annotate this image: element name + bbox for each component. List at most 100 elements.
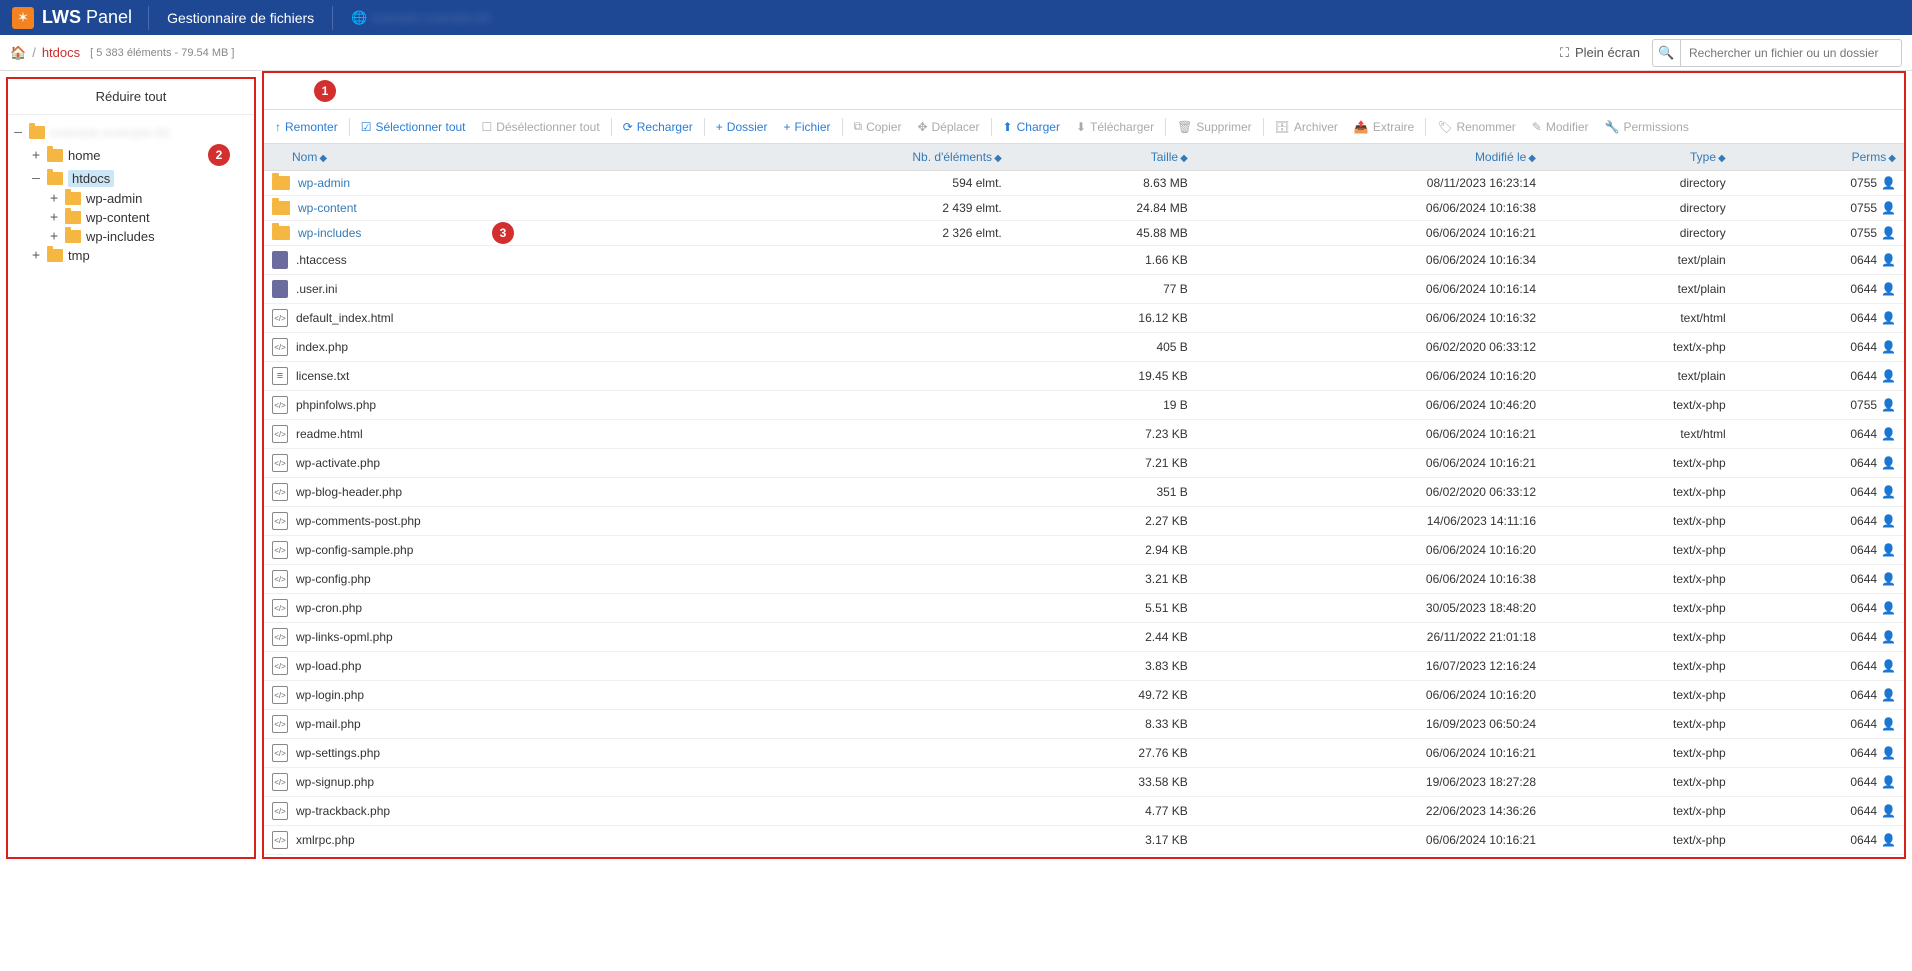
tree-root[interactable]: — example.example.tld <box>12 123 250 142</box>
collapse-all-button[interactable]: Réduire tout <box>8 79 254 115</box>
table-row[interactable]: phpinfolws.php19 B06/06/2024 10:46:20tex… <box>264 391 1904 420</box>
table-row[interactable]: wp-admin594 elmt.8.63 MB08/11/2023 16:23… <box>264 171 1904 196</box>
table-row[interactable]: wp-comments-post.php2.27 KB14/06/2023 14… <box>264 507 1904 536</box>
cell-size: 2.27 KB <box>1010 507 1196 536</box>
cell-size: 3.21 KB <box>1010 565 1196 594</box>
tree-toggle-icon[interactable]: + <box>48 191 60 206</box>
download-button[interactable]: ⬇Télécharger <box>1069 117 1161 137</box>
navbar-divider <box>148 6 149 30</box>
cell-modified: 06/06/2024 10:46:20 <box>1196 391 1544 420</box>
col-type[interactable]: Type◆ <box>1544 144 1734 171</box>
cell-perms: 0644👤 <box>1734 536 1904 565</box>
tree-node-home[interactable]: + home 2 <box>12 142 250 168</box>
table-row[interactable]: index.php405 B06/02/2020 06:33:12text/x-… <box>264 333 1904 362</box>
search-input[interactable] <box>1681 46 1901 60</box>
col-modified[interactable]: Modifié le◆ <box>1196 144 1544 171</box>
cell-size: 27.76 KB <box>1010 739 1196 768</box>
folder-icon <box>47 172 63 185</box>
file-name[interactable]: wp-admin <box>298 176 350 190</box>
tree-node-wp-content[interactable]: + wp-content <box>12 208 250 227</box>
col-perms[interactable]: Perms◆ <box>1734 144 1904 171</box>
reload-button[interactable]: ⟳Recharger <box>616 117 700 137</box>
cell-count <box>719 826 1010 855</box>
table-row[interactable]: wp-content2 439 elmt.24.84 MB06/06/2024 … <box>264 196 1904 221</box>
tree-toggle-icon[interactable]: + <box>30 148 42 163</box>
select-all-button[interactable]: ☑Sélectionner tout <box>354 117 473 137</box>
annotation-badge-2: 2 <box>208 144 230 166</box>
table-row[interactable]: wp-activate.php7.21 KB06/06/2024 10:16:2… <box>264 449 1904 478</box>
rename-button[interactable]: 🏷Renommer <box>1430 117 1523 137</box>
cell-name: default_index.html <box>272 309 711 327</box>
permissions-button[interactable]: 🔧Permissions <box>1598 117 1696 137</box>
tree-toggle-icon[interactable]: — <box>12 125 24 140</box>
tree-label: example.example.tld <box>50 125 169 140</box>
checkbox-icon: ☑ <box>361 120 372 134</box>
table-row[interactable]: wp-load.php3.83 KB16/07/2023 12:16:24tex… <box>264 652 1904 681</box>
tree-toggle-icon[interactable]: + <box>30 248 42 263</box>
copy-button[interactable]: ⧉Copier <box>847 116 909 137</box>
cell-perms: 0644👤 <box>1734 420 1904 449</box>
new-file-button[interactable]: +Fichier <box>776 117 837 137</box>
file-name[interactable]: wp-content <box>298 201 357 215</box>
cell-modified: 22/06/2023 14:36:26 <box>1196 797 1544 826</box>
user-icon: 👤 <box>1881 311 1896 325</box>
brand-logo[interactable]: ✶ LWS Panel <box>0 0 144 35</box>
cell-count <box>719 797 1010 826</box>
toolbar-separator <box>1263 118 1264 136</box>
tree-label: wp-admin <box>86 191 142 206</box>
table-row[interactable]: wp-links-opml.php2.44 KB26/11/2022 21:01… <box>264 623 1904 652</box>
cell-modified: 06/06/2024 10:16:21 <box>1196 826 1544 855</box>
table-row[interactable]: wp-includes32 326 elmt.45.88 MB06/06/202… <box>264 221 1904 246</box>
tree-toggle-icon[interactable]: + <box>48 229 60 244</box>
tree-node-wp-includes[interactable]: + wp-includes <box>12 227 250 246</box>
move-button[interactable]: ✥Déplacer <box>910 117 986 137</box>
col-size[interactable]: Taille◆ <box>1010 144 1196 171</box>
table-row[interactable]: wp-settings.php27.76 KB06/06/2024 10:16:… <box>264 739 1904 768</box>
col-count[interactable]: Nb. d'éléments◆ <box>719 144 1010 171</box>
breadcrumb-current[interactable]: htdocs <box>42 45 80 60</box>
file-name: phpinfolws.php <box>296 398 376 412</box>
archive-button[interactable]: 🗄Archiver <box>1268 117 1345 137</box>
col-name[interactable]: Nom◆ <box>264 144 719 171</box>
globe-icon[interactable]: 🌐 example.example.tld <box>337 10 504 26</box>
edit-button[interactable]: ✎Modifier <box>1525 117 1596 137</box>
upload-button[interactable]: ⬆Charger <box>996 117 1067 137</box>
user-icon: 👤 <box>1881 630 1896 644</box>
delete-button[interactable]: 🗑Supprimer <box>1170 117 1259 137</box>
table-row[interactable]: wp-config-sample.php2.94 KB06/06/2024 10… <box>264 536 1904 565</box>
tree-node-wp-admin[interactable]: + wp-admin <box>12 189 250 208</box>
table-row[interactable]: wp-signup.php33.58 KB19/06/2023 18:27:28… <box>264 768 1904 797</box>
table-row[interactable]: xmlrpc.php3.17 KB06/06/2024 10:16:21text… <box>264 826 1904 855</box>
table-row[interactable]: readme.html7.23 KB06/06/2024 10:16:21tex… <box>264 420 1904 449</box>
new-folder-button[interactable]: +Dossier <box>709 117 775 137</box>
cell-perms: 0644👤 <box>1734 565 1904 594</box>
table-row[interactable]: .user.ini77 B06/06/2024 10:16:14text/pla… <box>264 275 1904 304</box>
breadcrumb-home-icon[interactable]: 🏠 <box>10 45 26 61</box>
fullscreen-button[interactable]: ⛶ Plein écran <box>1560 45 1640 61</box>
cell-count <box>719 507 1010 536</box>
table-row[interactable]: wp-login.php49.72 KB06/06/2024 10:16:20t… <box>264 681 1904 710</box>
extract-button[interactable]: 📤Extraire <box>1347 117 1421 137</box>
table-row[interactable]: wp-cron.php5.51 KB30/05/2023 18:48:20tex… <box>264 594 1904 623</box>
tree-node-htdocs[interactable]: — htdocs <box>12 168 250 189</box>
tree-toggle-icon[interactable]: + <box>48 210 60 225</box>
app-title[interactable]: Gestionnaire de fichiers <box>153 10 328 26</box>
table-row[interactable]: default_index.html16.12 KB06/06/2024 10:… <box>264 304 1904 333</box>
cell-name: wp-load.php <box>272 657 711 675</box>
search-icon[interactable]: 🔍 <box>1653 40 1681 66</box>
up-button[interactable]: ↑Remonter <box>268 117 345 137</box>
cell-name: wp-content <box>272 201 711 215</box>
table-row[interactable]: .htaccess1.66 KB06/06/2024 10:16:34text/… <box>264 246 1904 275</box>
table-row[interactable]: wp-config.php3.21 KB06/06/2024 10:16:38t… <box>264 565 1904 594</box>
table-row[interactable]: wp-trackback.php4.77 KB22/06/2023 14:36:… <box>264 797 1904 826</box>
cell-size: 24.84 MB <box>1010 196 1196 221</box>
table-row[interactable]: wp-blog-header.php351 B06/02/2020 06:33:… <box>264 478 1904 507</box>
table-row[interactable]: wp-mail.php8.33 KB16/09/2023 06:50:24tex… <box>264 710 1904 739</box>
file-name[interactable]: wp-includes <box>298 226 361 240</box>
tree-toggle-icon[interactable]: — <box>30 171 42 186</box>
tree-node-tmp[interactable]: + tmp <box>12 246 250 265</box>
cell-perms: 0644👤 <box>1734 797 1904 826</box>
cell-size: 2.94 KB <box>1010 536 1196 565</box>
table-row[interactable]: license.txt19.45 KB06/06/2024 10:16:20te… <box>264 362 1904 391</box>
deselect-all-button[interactable]: ☐Désélectionner tout <box>475 117 607 137</box>
